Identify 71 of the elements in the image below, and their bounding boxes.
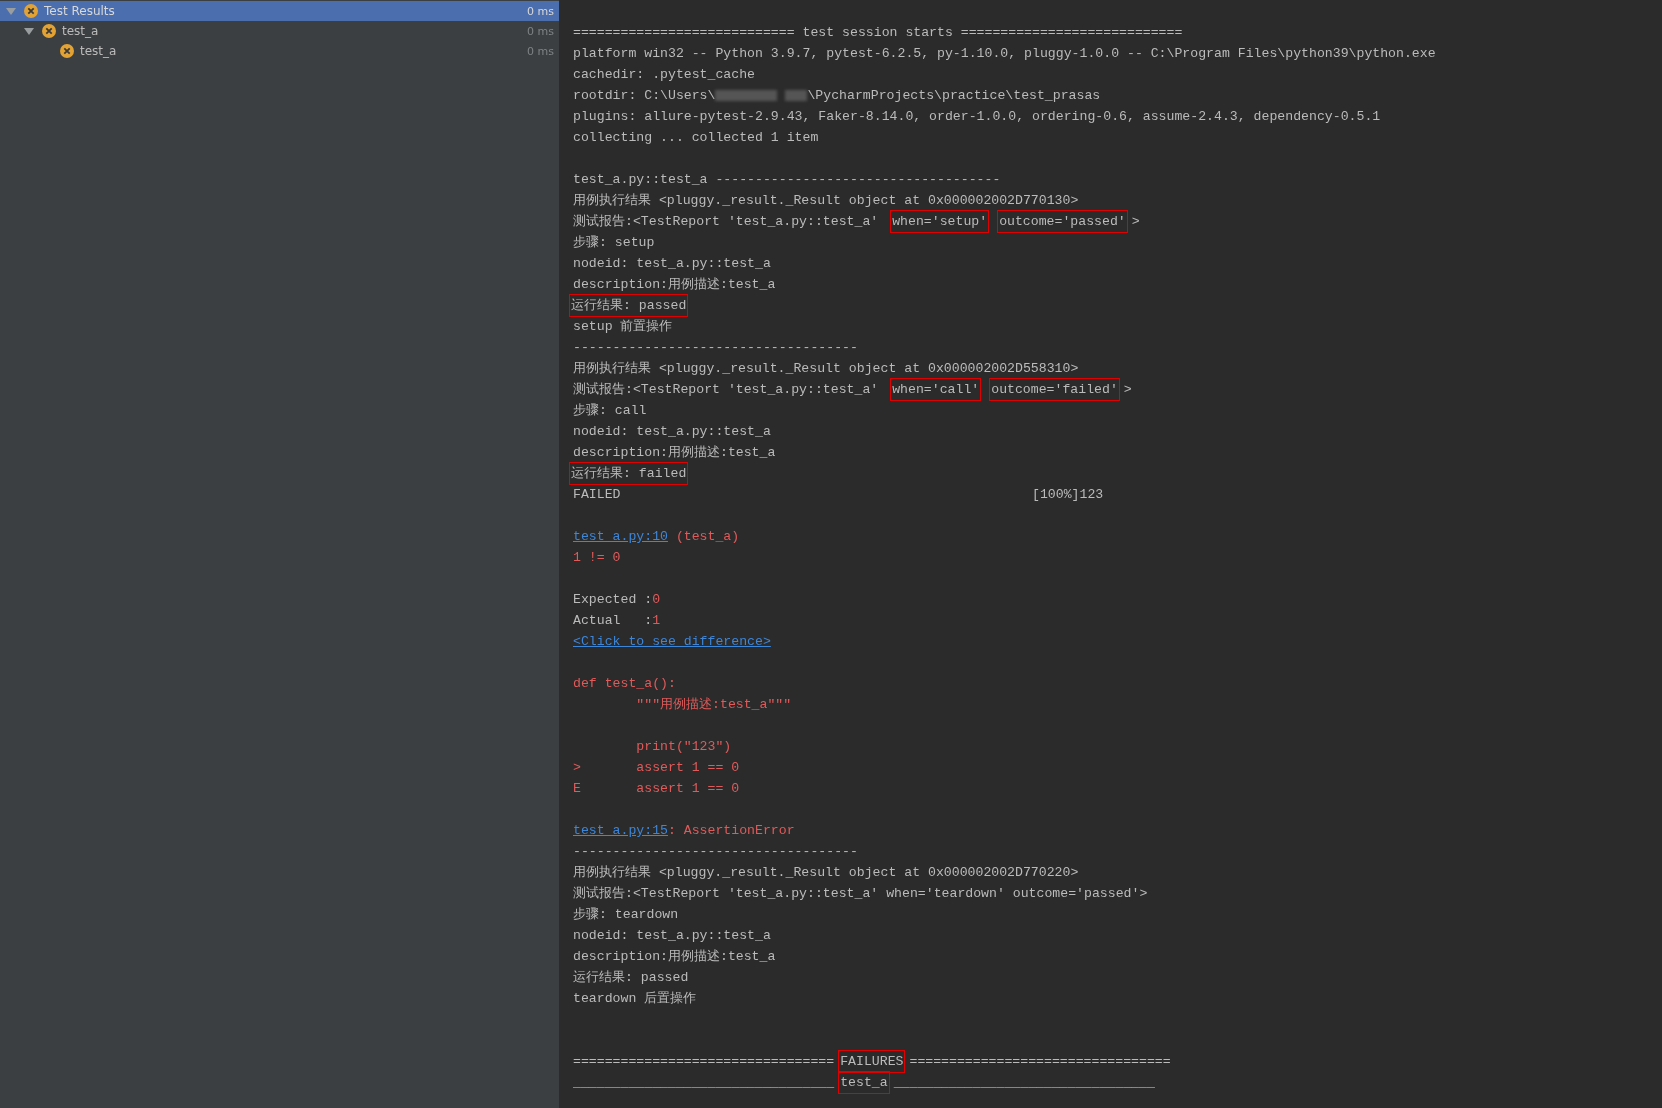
console-text: FAILED [100%]123: [573, 486, 1104, 503]
console-text: platform win32 -- Python 3.9.7, pytest-6.2.5, py-1.10.0, pluggy-1.0.0 -- C:\Program Files\python39\python.exe: [573, 45, 1436, 62]
highlighted-text: 运行结果: failed: [569, 462, 689, 485]
console-text: 步骤: setup: [573, 234, 655, 251]
console-text: 测试报告:<TestReport 'test_a.py::test_a' when='teardown' outcome='passed'>: [573, 885, 1148, 902]
console-text: 步骤: call: [573, 402, 647, 419]
error-text: > assert 1 == 0: [573, 759, 740, 776]
console-text: cachedir: .pytest_cache: [573, 66, 756, 83]
console-text: description:用例描述:test_a: [573, 276, 776, 293]
test-name: test_a: [80, 44, 118, 58]
console-text: >: [1123, 381, 1132, 398]
test-duration: 0 ms: [527, 4, 554, 18]
console-text: Actual :: [573, 612, 653, 629]
console-text: setup 前置操作: [573, 318, 673, 335]
console-text: nodeid: test_a.py::test_a: [573, 927, 771, 944]
console-text: test_a.py::test_a ------------------------------------: [573, 171, 1001, 188]
console-text: _________________________________: [893, 1074, 1155, 1091]
highlighted-text: 运行结果: passed: [569, 294, 689, 317]
console-text: 用例执行结果 <pluggy._result._Result object at 0x000002002D770130>: [573, 192, 1079, 209]
console-text: 步骤: teardown: [573, 906, 679, 923]
console-text: ============================ test session starts ============================: [573, 24, 1183, 41]
highlighted-text: test_a: [838, 1071, 890, 1094]
test-name: test_a: [62, 24, 100, 38]
failed-status-icon: [24, 4, 38, 18]
failed-status-icon: [60, 44, 74, 58]
console-text: nodeid: test_a.py::test_a: [573, 255, 771, 272]
console-text: 测试报告:<TestReport 'test_a.py::test_a': [573, 381, 880, 398]
highlighted-text: when='call': [890, 378, 982, 401]
console-text: plugins: allure-pytest-2.9.43, Faker-8.14.0, order-1.0.0, ordering-0.6, assume-2.4.3, dependency-0.5.1: [573, 108, 1381, 125]
highlighted-text: when='setup': [890, 210, 990, 233]
console-text: description:用例描述:test_a: [573, 444, 776, 461]
expand-arrow-icon[interactable]: [24, 26, 34, 36]
error-text: 0: [652, 591, 661, 608]
highlighted-text: outcome='failed': [989, 378, 1120, 401]
console-text: ------------------------------------: [573, 339, 858, 356]
tree-row[interactable]: test_a 0 ms: [0, 41, 559, 61]
console-text: Expected :: [573, 591, 653, 608]
error-text: (test_a): [674, 528, 740, 545]
console-text: teardown 后置操作: [573, 990, 697, 1007]
tree-row[interactable]: test_a 0 ms: [0, 21, 559, 41]
test-name: Test Results: [44, 4, 116, 18]
error-text: 1: [652, 612, 661, 629]
test-duration: 0 ms: [527, 44, 554, 58]
console-text: =================================: [909, 1053, 1171, 1070]
console-text: description:用例描述:test_a: [573, 948, 776, 965]
error-text: E assert 1 == 0: [573, 780, 740, 797]
console-text: 用例执行结果 <pluggy._result._Result object at 0x000002002D770220>: [573, 864, 1079, 881]
console-text: 运行结果: passed: [573, 969, 689, 986]
console-text: 测试报告:<TestReport 'test_a.py::test_a': [573, 213, 880, 230]
file-link[interactable]: test_a.py:10: [573, 528, 668, 545]
error-text: def test_a():: [573, 675, 676, 692]
console-text: collecting ... collected 1 item: [573, 129, 819, 146]
console-text: \PycharmProjects\practice\test_prasas: [807, 87, 1101, 104]
error-text: """用例描述:test_a""": [635, 696, 792, 713]
console-text: 用例执行结果 <pluggy._result._Result object at 0x000002002D558310>: [573, 360, 1079, 377]
console-text: _________________________________: [573, 1074, 835, 1091]
console-text: >: [1131, 213, 1140, 230]
test-duration: 0 ms: [527, 24, 554, 38]
console-text: rootdir: C:\Users\: [573, 87, 716, 104]
highlighted-text: FAILURES: [838, 1050, 906, 1073]
tree-row[interactable]: Test Results 0 ms: [0, 1, 559, 21]
highlighted-text: outcome='passed': [997, 210, 1128, 233]
console-text: ------------------------------------: [573, 843, 858, 860]
error-text: 1 != 0: [573, 549, 621, 566]
console-text: nodeid: test_a.py::test_a: [573, 423, 771, 440]
failed-status-icon: [42, 24, 56, 38]
error-text: : AssertionError: [667, 822, 795, 839]
file-link[interactable]: test_a.py:15: [573, 822, 668, 839]
console-text: =================================: [573, 1053, 835, 1070]
error-text: print("123"): [635, 738, 732, 755]
file-link[interactable]: <Click to see difference>: [573, 633, 771, 650]
